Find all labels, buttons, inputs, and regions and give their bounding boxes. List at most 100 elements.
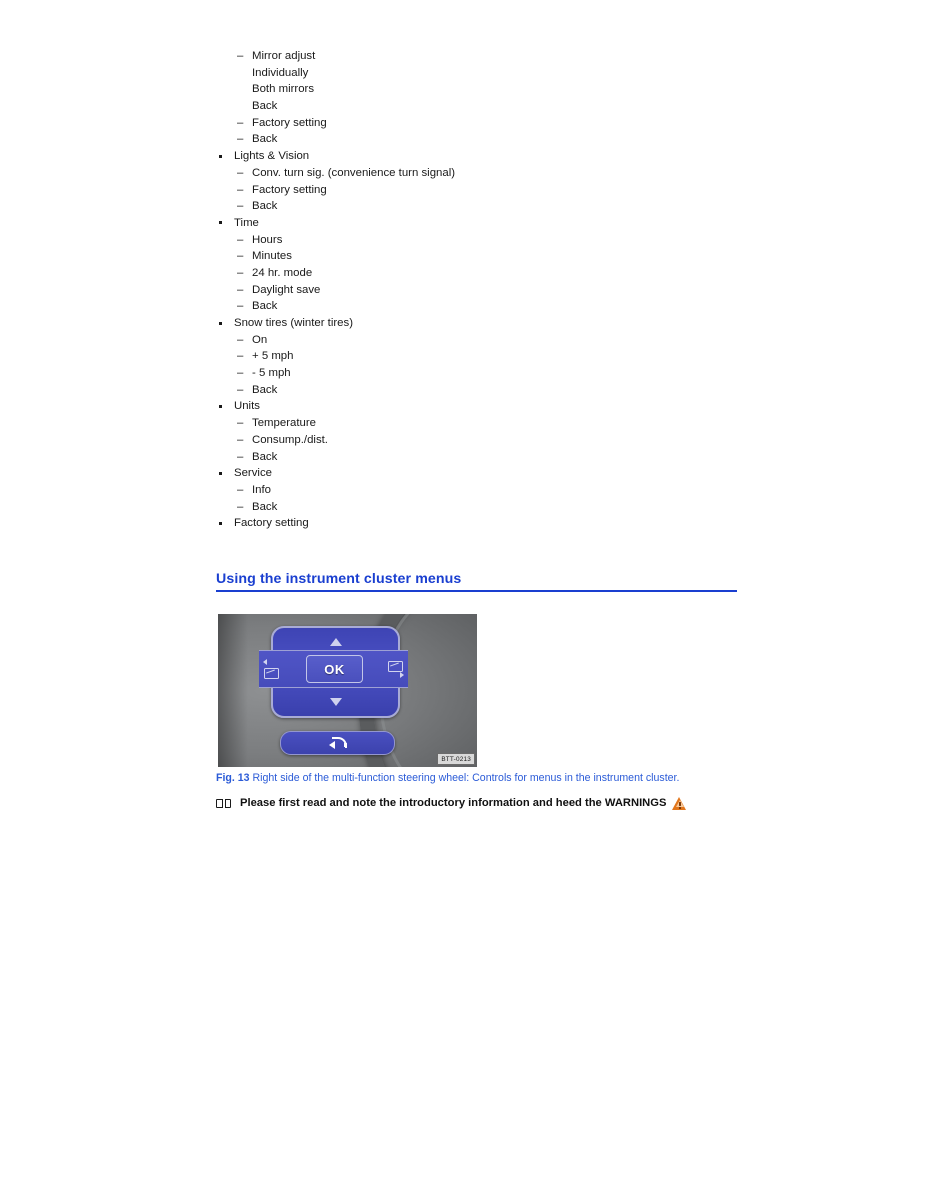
figure-caption: Fig. 13 Right side of the multi-function… bbox=[216, 771, 836, 785]
bullet-square-icon bbox=[219, 321, 222, 325]
dash-marker: – bbox=[237, 50, 244, 62]
bullet-square-icon bbox=[219, 521, 222, 525]
figure-caption-text: Right side of the multi-function steerin… bbox=[252, 772, 680, 784]
menu-item-label: Individually bbox=[252, 66, 309, 79]
menu-item: – Back bbox=[216, 499, 776, 516]
menu-item-label: Daylight save bbox=[252, 283, 321, 296]
menu-item-label: Minutes bbox=[252, 250, 292, 263]
menu-item: – Back bbox=[216, 449, 776, 466]
menu-item-label: Hours bbox=[252, 233, 283, 246]
menu-item-label: Both mirrors bbox=[252, 83, 315, 96]
menu-item: Lights & Vision bbox=[216, 148, 776, 165]
menu-item-label: On bbox=[252, 333, 268, 346]
menu-item-label: Temperature bbox=[252, 417, 316, 430]
menu-item: Back bbox=[216, 98, 776, 115]
menu-item: – Back bbox=[216, 382, 776, 399]
book-icon bbox=[216, 798, 231, 809]
dash-marker: – bbox=[237, 350, 244, 363]
menu-item: – Factory setting bbox=[216, 182, 776, 199]
dash-marker: – bbox=[237, 433, 244, 446]
triangle-down-icon bbox=[329, 698, 342, 706]
menu-item-label: Mirror adjust bbox=[252, 50, 316, 62]
bullet-square-icon bbox=[219, 404, 222, 408]
menu-item: – Hours bbox=[216, 232, 776, 249]
dash-marker: – bbox=[237, 266, 244, 279]
arrow-right-icon bbox=[400, 672, 404, 678]
document-page: – Mirror adjust Individually Both mirrors Ba… bbox=[0, 0, 927, 1200]
figure-steering-wheel-controls: OK BTT-0213 bbox=[218, 614, 477, 767]
rocker-down-button bbox=[273, 688, 398, 716]
dash-marker: – bbox=[237, 383, 244, 396]
menu-item: Individually bbox=[216, 65, 776, 82]
dash-marker: – bbox=[237, 233, 244, 246]
menu-item-label: Factory setting bbox=[234, 517, 309, 530]
section-heading-text: Using the instrument cluster menus bbox=[216, 571, 462, 587]
arrow-left-icon bbox=[263, 659, 267, 665]
menu-item-label: Consump./dist. bbox=[252, 433, 328, 446]
section-heading: Using the instrument cluster menus bbox=[216, 570, 737, 592]
menu-item: – - 5 mph bbox=[216, 365, 776, 382]
return-arrow-icon bbox=[328, 737, 347, 749]
menu-item-label: - 5 mph bbox=[252, 367, 291, 380]
menu-item: – Factory setting bbox=[216, 115, 776, 132]
dash-marker: – bbox=[237, 250, 244, 263]
dash-marker: – bbox=[237, 483, 244, 496]
menu-item-label: + 5 mph bbox=[252, 350, 294, 363]
dash-marker: – bbox=[237, 333, 244, 346]
menu-item: – On bbox=[216, 332, 776, 349]
instrument-cluster-menu-list: – Mirror adjust Individually Both mirrors Ba… bbox=[216, 48, 776, 532]
bullet-square-icon bbox=[219, 154, 222, 158]
menu-item-label: 24 hr. mode bbox=[252, 266, 313, 279]
menu-item-label: Back bbox=[252, 200, 278, 213]
menu-item-label: Back bbox=[252, 500, 278, 513]
figure-number: Fig. 13 bbox=[216, 772, 250, 784]
note-text: Please first read and note the introduct… bbox=[240, 797, 667, 809]
dash-marker: – bbox=[237, 183, 244, 196]
dash-marker: – bbox=[237, 116, 244, 129]
menu-item-label: Time bbox=[234, 216, 259, 229]
card-left-icon bbox=[264, 668, 279, 679]
menu-item: – Conv. turn sig. (convenience turn signa… bbox=[216, 165, 776, 182]
menu-item: –24 hr. mode bbox=[216, 265, 776, 282]
menu-item: Units bbox=[216, 398, 776, 415]
spoke-shadow bbox=[218, 614, 248, 767]
triangle-up-icon bbox=[329, 638, 342, 646]
card-right-icon bbox=[388, 661, 403, 672]
left-side-button bbox=[259, 651, 289, 687]
dash-marker: – bbox=[237, 283, 244, 296]
dash-marker: – bbox=[237, 417, 244, 430]
dash-marker: – bbox=[237, 166, 244, 179]
menu-item-label: Lights & Vision bbox=[234, 150, 310, 163]
dash-marker: – bbox=[237, 500, 244, 513]
menu-item-label: Factory setting bbox=[252, 116, 327, 129]
menu-item: – Mirror adjust bbox=[216, 48, 776, 65]
section-heading-rule bbox=[216, 590, 737, 592]
dash-marker: – bbox=[237, 133, 244, 146]
menu-item: Service bbox=[216, 465, 776, 482]
menu-item: Factory setting bbox=[216, 515, 776, 532]
dash-marker: – bbox=[237, 300, 244, 313]
menu-item: – Temperature bbox=[216, 415, 776, 432]
menu-item-label: Factory setting bbox=[252, 183, 327, 196]
ok-button: OK bbox=[306, 655, 363, 683]
menu-item-label: Back bbox=[252, 100, 278, 113]
menu-item-label: Conv. turn sig. (convenience turn signal… bbox=[252, 166, 456, 179]
menu-item: Time bbox=[216, 215, 776, 232]
menu-item: – Daylight save bbox=[216, 282, 776, 299]
dash-marker: – bbox=[237, 200, 244, 213]
menu-item: – Back bbox=[216, 131, 776, 148]
bullet-square-icon bbox=[219, 221, 222, 225]
menu-item-label: Service bbox=[234, 467, 272, 480]
menu-item: – Info bbox=[216, 482, 776, 499]
menu-item-label: Back bbox=[252, 133, 278, 146]
menu-item-label: Units bbox=[234, 400, 260, 413]
back-button bbox=[280, 731, 395, 755]
menu-item-label: Info bbox=[252, 483, 271, 496]
menu-item: – Back bbox=[216, 198, 776, 215]
menu-item: – Minutes bbox=[216, 248, 776, 265]
menu-item-label: Snow tires (winter tires) bbox=[234, 317, 353, 329]
menu-item: – Consump./dist. bbox=[216, 432, 776, 449]
menu-item-label: Back bbox=[252, 300, 278, 313]
menu-item: Snow tires (winter tires) bbox=[216, 315, 776, 332]
menu-item: – Back bbox=[216, 298, 776, 315]
